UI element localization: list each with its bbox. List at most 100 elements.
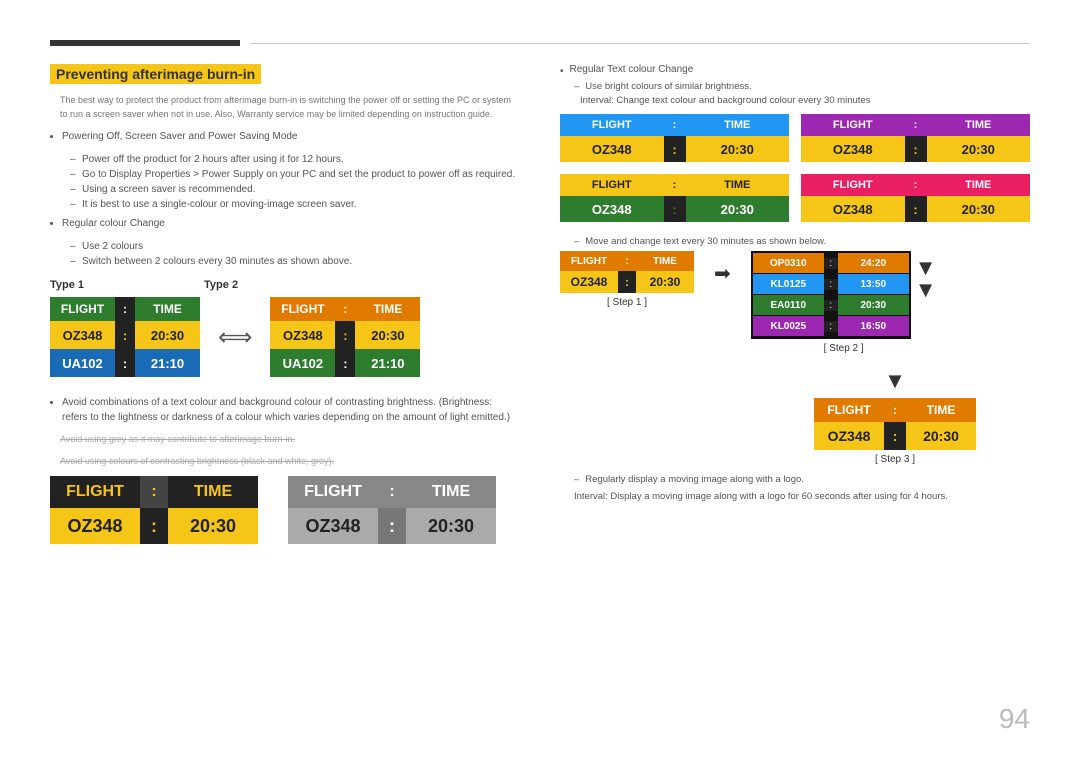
anim-r3-sep: : [824,300,838,311]
types-row: FLIGHT : TIME OZ348 : 20:30 UA102 : 21 [50,297,520,377]
bottom-board-2: FLIGHT : TIME OZ348 : 20:30 [288,476,496,544]
anim-r2-flight: KL0125 [753,274,824,294]
sv1-header-sep: : [664,114,686,136]
t1-header-sep: : [115,297,135,321]
sv3-r1-flight: OZ348 [560,196,664,222]
right-bullet-1: • Regular Text colour Change [560,64,1030,77]
sv4-header-flight: FLIGHT [801,174,905,196]
step1-header-sep: : [618,251,636,271]
step3-r1-flight: OZ348 [814,422,884,450]
t2-header-flight: FLIGHT [270,297,335,321]
sv3-header-flight: FLIGHT [560,174,664,196]
sv1-r1-sep: : [664,136,686,162]
step1-block: FLIGHT : TIME OZ348 : 20:30 [ Step 1 ] [560,251,694,308]
steps-section: – Move and change text every 30 minutes … [560,236,1030,505]
dash-list-2: Use 2 colours Switch between 2 colours e… [70,239,520,269]
anim-r4-flight: KL0025 [753,316,824,336]
step3-arrow-down: ▼ [884,368,906,394]
bullet-item-3: Avoid combinations of a text colour and … [62,395,520,425]
step2-content: OP0310 : 24:20 KL0125 : 13:50 [751,251,937,339]
dash-list-1: Power off the product for 2 hours after … [70,152,520,212]
step2-label: [ Step 2 ] [824,343,864,354]
sv3-header-time: TIME [686,174,790,196]
steps-dash: – Move and change text every 30 minutes … [574,236,1030,247]
sv1-r1-flight: OZ348 [560,136,664,162]
t2-r1-time: 20:30 [355,321,420,349]
down-arrows-icon: ▼ ▼ [915,257,937,301]
final-dash: – Regularly display a moving image along… [574,473,1030,487]
step2-anim-board: OP0310 : 24:20 KL0125 : 13:50 [751,251,911,339]
dash-icon-1: – [574,81,579,92]
bb2-r1-sep: : [378,508,406,544]
board-sv2: FLIGHT : TIME OZ348 : 20:30 [801,114,1030,162]
right-dash-1-text: Use bright colours of similar brightness… [585,81,751,92]
bullet-list-3: Avoid combinations of a text colour and … [62,395,520,425]
sv3-r1-time: 20:30 [686,196,790,222]
type2-board: FLIGHT : TIME OZ348 : 20:30 UA102 : 21 [270,297,420,377]
final-notes: – Regularly display a moving image along… [560,473,1030,505]
step1-board: FLIGHT : TIME OZ348 : 20:30 [560,251,694,293]
page: Preventing afterimage burn-in The best w… [0,0,1080,763]
sv1-header-flight: FLIGHT [560,114,664,136]
bottom-boards: FLIGHT : TIME OZ348 : 20:30 FLIGHT : [50,476,520,544]
step3-header-sep: : [884,398,906,422]
sv4-r1-flight: OZ348 [801,196,905,222]
bullet-item-2: Regular colour Change [62,216,520,231]
anim-row-1: OP0310 : 24:20 [753,253,909,273]
sv4-header-time: TIME [927,174,1031,196]
t1-r2-time: 21:10 [135,349,200,377]
t1-r1-sep: : [115,321,135,349]
sv1-header-time: TIME [686,114,790,136]
step1-r1-time: 20:30 [636,271,694,293]
right-dash-2-text: Interval: Change text colour and backgro… [580,95,870,106]
anim-r4-time: 16:50 [838,316,909,336]
bb2-r1-time: 20:30 [406,508,496,544]
step1-r1-flight: OZ348 [560,271,618,293]
type2-label: Type 2 [204,279,238,291]
sv4-header-sep: : [905,174,927,196]
t1-r2-flight: UA102 [50,349,115,377]
bb1-header-flight: FLIGHT [50,476,140,508]
t2-r2-sep: : [335,349,355,377]
final-text: Interval: Display a moving image along w… [574,490,1030,504]
step3-area: ▼ FLIGHT : TIME OZ348 : 20:30 [ [760,364,1030,465]
step3-r1-time: 20:30 [906,422,976,450]
sv2-header-flight: FLIGHT [801,114,905,136]
t2-r1-sep: : [335,321,355,349]
down-arrow-2: ▼ [915,279,937,301]
right-dash-2: Interval: Change text colour and backgro… [574,95,1030,106]
step3-header-flight: FLIGHT [814,398,884,422]
intro-text: The best way to protect the product from… [60,94,520,121]
step2-block: OP0310 : 24:20 KL0125 : 13:50 [751,251,937,354]
bullet-list-2: Regular colour Change [62,216,520,231]
anim-r3-time: 20:30 [838,295,909,315]
anim-r1-sep: : [824,258,838,269]
dash-item-2-2: Switch between 2 colours every 30 minute… [70,254,520,269]
swap-arrow-icon: ⟺ [218,323,252,352]
dash-item-1-3: Using a screen saver is recommended. [70,182,520,197]
sv2-header-sep: : [905,114,927,136]
t1-header-time: TIME [135,297,200,321]
bb1-r1-sep: : [140,508,168,544]
step3-r1-sep: : [884,422,906,450]
bb1-r1-time: 20:30 [168,508,258,544]
final-dash-icon: – [574,473,579,487]
anim-r3-flight: EA0110 [753,295,824,315]
type1-label: Type 1 [50,279,84,291]
t1-r2-sep: : [115,349,135,377]
bb2-header-time: TIME [406,476,496,508]
step3-board: FLIGHT : TIME OZ348 : 20:30 [814,398,976,450]
type-labels: Type 1 Type 2 [50,279,520,291]
bullet-item-1: Powering Off, Screen Saver and Power Sav… [62,129,520,144]
final-dash-text: Regularly display a moving image along w… [585,473,804,487]
t1-r1-flight: OZ348 [50,321,115,349]
anim-row-4: KL0025 : 16:50 [753,316,909,336]
bb2-header-sep: : [378,476,406,508]
note-1: Avoid using grey as it may contribute to… [60,433,520,447]
anim-r1-flight: OP0310 [753,253,824,273]
bb1-r1-flight: OZ348 [50,508,140,544]
t2-r2-time: 21:10 [355,349,420,377]
anim-r2-time: 13:50 [838,274,909,294]
anim-r4-sep: : [824,321,838,332]
step1-label: [ Step 1 ] [607,297,647,308]
